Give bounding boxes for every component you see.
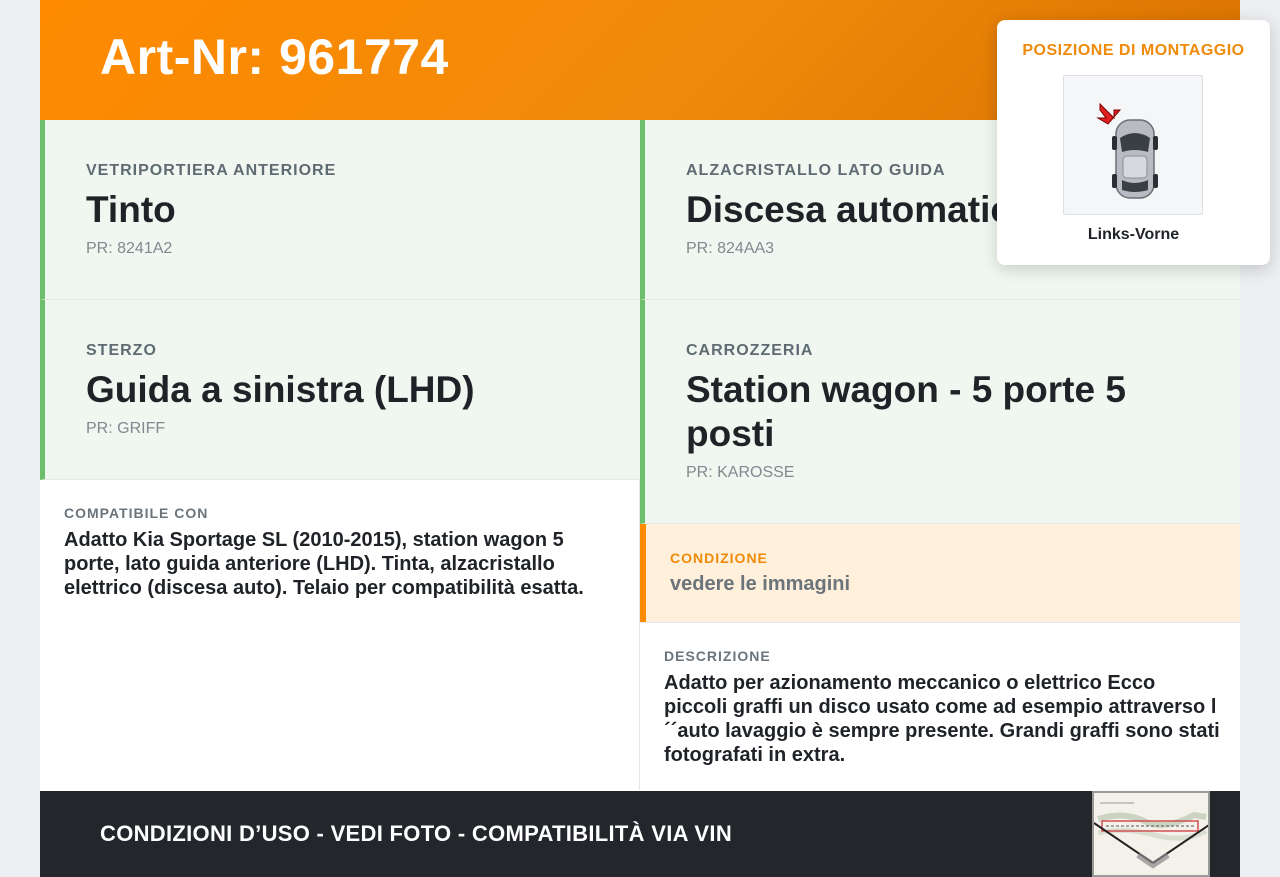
car-top-view-icon — [1063, 75, 1203, 215]
spec-label: CARROZZERIA — [686, 342, 814, 359]
spec-pr-code: PR: 8241A2 — [86, 240, 173, 257]
spec-pr-code: PR: GRIFF — [86, 420, 166, 437]
description-label: DESCRIZIONE — [664, 648, 771, 664]
condition-label: CONDIZIONE — [670, 550, 768, 566]
spec-label: VETRIPORTIERA ANTERIORE — [86, 162, 337, 179]
condition-value: vedere le immagini — [670, 573, 851, 595]
vehicle-document-icon[interactable] — [1092, 791, 1210, 877]
spec-value: Guida a sinistra (LHD) — [86, 369, 475, 410]
mounting-position-title: POSIZIONE DI MONTAGGIO — [1022, 42, 1245, 59]
condition-section: CONDIZIONE vedere le immagini — [640, 524, 1240, 622]
compatibility-label: COMPATIBILE CON — [64, 505, 209, 521]
product-sheet: Art-Nr: 961774 VETRIPORTIERA ANTERIORE T… — [40, 0, 1270, 877]
spec-pr-code: PR: 824AA3 — [686, 240, 775, 257]
compatibility-section: COMPATIBILE CON Adatto Kia Sportage SL (… — [40, 480, 640, 790]
description-text: Adatto per azionamento meccanico o elett… — [664, 672, 1220, 766]
article-number: Art-Nr: 961774 — [100, 29, 449, 85]
spec-value: Tinto — [86, 189, 176, 230]
spec-label: ALZACRISTALLO LATO GUIDA — [686, 162, 946, 179]
footer-notice: CONDIZIONI D’USO - VEDI FOTO - COMPATIBI… — [100, 821, 733, 846]
mounting-position-value: Links-Vorne — [1087, 226, 1180, 243]
spec-pr-code: PR: KAROSSE — [686, 464, 795, 481]
spec-steering: STERZO Guida a sinistra (LHD) PR: GRIFF — [40, 300, 640, 480]
description-section: DESCRIZIONE Adatto per azionamento mecca… — [640, 622, 1240, 790]
footer-bar: CONDIZIONI D’USO - VEDI FOTO - COMPATIBI… — [40, 791, 1240, 877]
spec-body-type: CARROZZERIA Station wagon - 5 porte 5 po… — [640, 300, 1240, 524]
spec-value: Station wagon - 5 porte 5 posti — [686, 369, 1126, 454]
spec-front-door-glass: VETRIPORTIERA ANTERIORE Tinto PR: 8241A2 — [40, 120, 640, 300]
mounting-position-card: POSIZIONE DI MONTAGGIO Links-Vorne — [997, 20, 1270, 265]
compatibility-text: Adatto Kia Sportage SL (2010-2015), stat… — [64, 529, 584, 599]
spec-label: STERZO — [86, 342, 157, 359]
